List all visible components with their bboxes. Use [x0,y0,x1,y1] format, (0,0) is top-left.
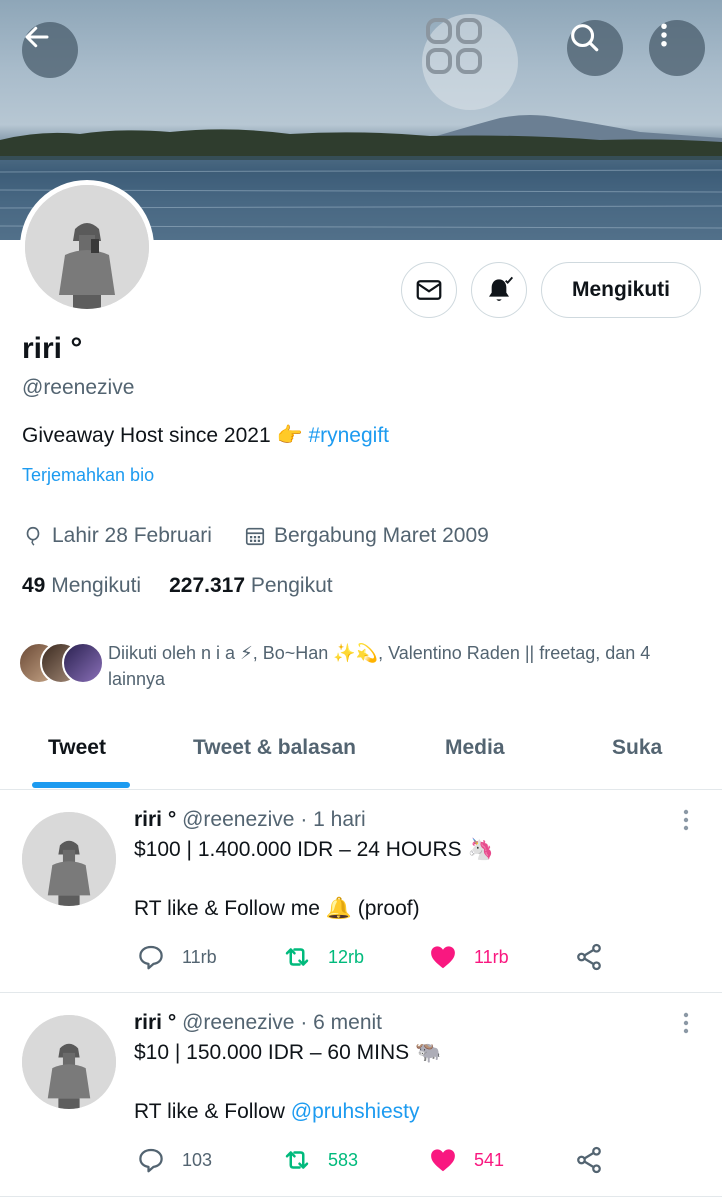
balloon-icon [26,526,40,546]
reply-action[interactable]: 11rb [136,942,217,972]
retweet-count: 583 [328,1149,359,1170]
profile-handle: @reenezive [22,376,135,399]
tweet-author-name[interactable]: riri ° [134,1011,176,1034]
profile-name: riri ° [22,332,83,365]
follow-stats: 49 Mengikuti 227.317 Pengikut [22,574,333,598]
share-icon [577,1146,601,1174]
tweet-header: riri ° @reenezive · 6 menit [134,1011,382,1035]
share-action[interactable] [574,942,604,972]
more-vertical-icon [661,23,667,47]
envelope-icon [416,280,442,300]
tweet-more-icon[interactable] [676,808,696,832]
tweet-text-line1: $10 | 150.000 IDR – 60 MINS 🐃 [134,1041,442,1064]
retweet-action[interactable]: 583 [282,1145,358,1175]
tweet-text: RT like & Follow me 🔔 (proof) [134,897,420,920]
follower-avatar [62,642,104,684]
avatar-figure-image [22,812,116,906]
tweet[interactable]: riri ° @reenezive · 1 hari $100 | 1.400.… [0,792,722,992]
avatar-figure-image [25,185,149,309]
joined-info: Bergabung Maret 2009 [244,524,489,548]
tabs-divider [0,789,722,790]
heart-filled-icon [431,1149,455,1172]
tweet-divider [0,992,722,993]
tab-tweet[interactable]: Tweet [48,736,106,760]
reply-action[interactable]: 103 [136,1145,212,1175]
followers-stat[interactable]: 227.317 Pengikut [169,574,333,598]
tweet-text-line2: RT like & Follow me 🔔 (proof) [134,897,420,921]
like-count: 11rb [474,946,509,967]
more-options-button[interactable] [649,20,705,76]
tweet-mention[interactable]: @pruhshiesty [291,1100,420,1123]
tweet-author-name[interactable]: riri ° [134,808,176,831]
share-action[interactable] [574,1145,604,1175]
back-button[interactable] [22,22,78,78]
tab-likes[interactable]: Suka [612,736,662,760]
tweet-author-handle: @reenezive [182,808,295,831]
following-label: Mengikuti [51,574,142,597]
retweet-icon [285,1151,309,1169]
joined-text: Bergabung Maret 2009 [274,524,489,547]
tweet[interactable]: riri ° @reenezive · 6 menit $10 | 150.00… [0,995,722,1195]
profile-avatar[interactable] [20,180,154,314]
calendar-icon [245,527,265,546]
birthday-info: Lahir 28 Februari [22,524,212,548]
translate-bio-link[interactable]: Terjemahkan bio [22,465,154,486]
like-action[interactable]: 11rb [428,942,509,972]
tab-media[interactable]: Media [445,736,505,760]
followed-by-text: Diikuti oleh n i a ⚡, Bo~Han ✨💫, Valenti… [108,643,651,689]
reply-icon [139,1148,163,1173]
bell-check-icon [489,276,514,301]
tweet-time: · 1 hari [300,808,366,831]
retweet-count: 12rb [328,946,365,967]
tweet-text-line1: $100 | 1.400.000 IDR – 24 HOURS 🦄 [134,838,494,861]
profile-bio: Giveaway Host since 2021 👉 #rynegift [22,424,389,448]
arrow-left-icon [25,26,49,48]
tab-tweet-replies[interactable]: Tweet & balasan [193,736,356,760]
share-icon [577,943,601,971]
tweet-header: riri ° @reenezive · 1 hari [134,808,366,832]
tweet-avatar[interactable] [22,1015,116,1109]
reply-count: 11rb [182,946,217,967]
followed-by-avatars [18,640,104,686]
followers-label: Pengikut [250,574,333,597]
message-button[interactable] [401,262,457,318]
following-button[interactable]: Mengikuti [541,262,701,318]
birthday-text: Lahir 28 Februari [52,524,212,547]
bio-text: Giveaway Host since 2021 👉 [22,424,303,447]
active-tab-indicator [32,782,130,788]
reply-count: 103 [182,1149,213,1170]
followed-by[interactable]: Diikuti oleh n i a ⚡, Bo~Han ✨💫, Valenti… [18,640,708,692]
followers-count: 227.317 [169,574,246,597]
tweet-avatar[interactable] [22,812,116,906]
tweet-divider [0,1196,722,1197]
profile-tabs: Tweet Tweet & balasan Media Suka [0,720,722,790]
like-count: 541 [474,1149,505,1170]
retweet-icon [285,948,309,966]
reply-icon [139,945,163,970]
following-stat[interactable]: 49 Mengikuti [22,574,141,598]
tweet-time: · 6 menit [300,1011,383,1034]
tweet-author-handle: @reenezive [182,1011,295,1034]
app-grid-button[interactable] [422,14,518,110]
bio-hashtag[interactable]: #rynegift [308,424,389,447]
notifications-button[interactable] [471,262,527,318]
search-icon [571,24,599,52]
following-count: 49 [22,574,46,597]
retweet-action[interactable]: 12rb [282,942,364,972]
avatar-figure-image [22,1015,116,1109]
like-action[interactable]: 541 [428,1145,504,1175]
tweet-more-icon[interactable] [676,1011,696,1035]
heart-filled-icon [431,946,455,969]
grid-icon [426,18,482,74]
tweet-text-line2: RT like & Follow @pruhshiesty [134,1100,420,1124]
tweet-text: RT like & Follow [134,1100,291,1123]
search-button[interactable] [567,20,623,76]
